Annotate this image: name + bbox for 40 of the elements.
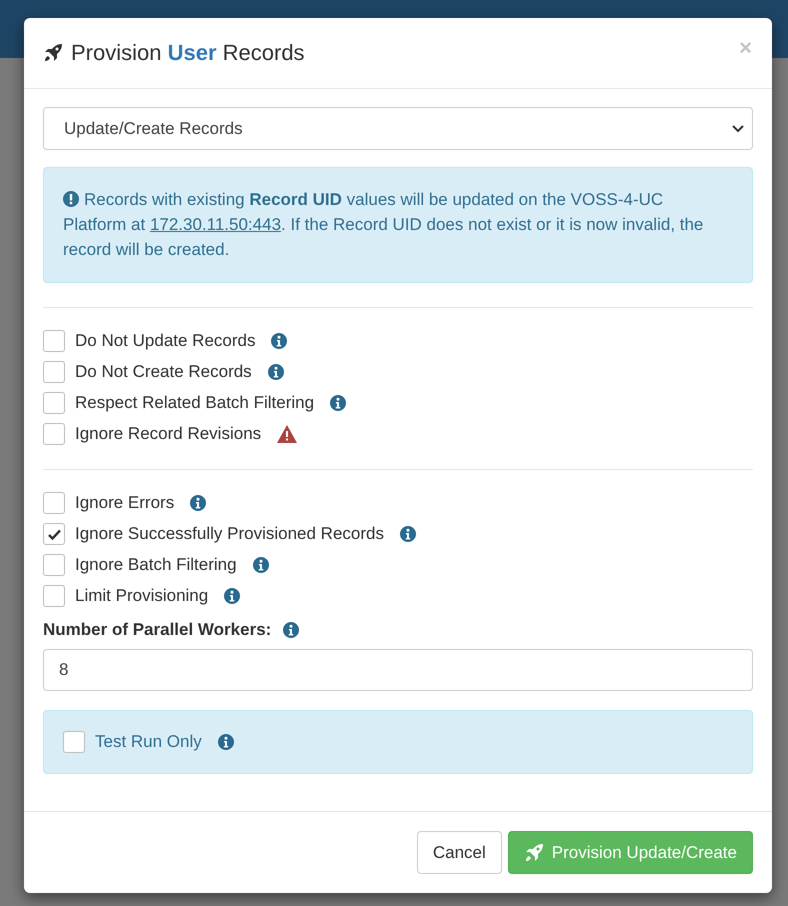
field-label: Number of Parallel Workers: — [43, 620, 272, 640]
option-label: Ignore Batch Filtering — [75, 555, 237, 575]
info-icon[interactable] — [268, 364, 284, 380]
checkbox[interactable] — [43, 585, 65, 607]
platform-link[interactable]: 172.30.11.50:443 — [150, 215, 282, 234]
mode-select[interactable]: Update/Create Records — [43, 107, 753, 150]
option-label: Ignore Record Revisions — [75, 424, 262, 444]
checkbox[interactable] — [43, 392, 65, 414]
option-label: Limit Provisioning — [75, 586, 208, 606]
info-icon[interactable] — [224, 588, 240, 604]
check-icon — [48, 528, 60, 540]
info-icon[interactable] — [271, 333, 288, 349]
info-icon[interactable] — [252, 557, 269, 573]
checkbox[interactable] — [63, 731, 85, 753]
option-label: Test Run Only — [95, 732, 202, 752]
checkbox[interactable] — [43, 492, 65, 514]
rocket-icon — [43, 43, 63, 63]
option-label: Ignore Errors — [75, 493, 174, 513]
chevron-icon — [732, 124, 744, 132]
checkbox[interactable] — [43, 554, 65, 576]
option-label: Do Not Create Records — [75, 362, 252, 382]
checkbox[interactable] — [43, 523, 65, 545]
workers-input[interactable]: 8 — [43, 649, 753, 691]
alert-message: Records with existing Record UID values will be updated on the VOSS-4-UC Platform at 172.30.11.50:443. If the Record UID does not exist or it is now invalid, the record will be created. — [63, 189, 704, 261]
option-label: Respect Related Batch Filtering — [75, 393, 314, 413]
info-icon[interactable] — [218, 734, 234, 750]
rocket-icon — [524, 842, 544, 862]
option-label: Do Not Update Records — [75, 331, 256, 351]
info-icon[interactable] — [330, 395, 346, 411]
modal-title: Provision User Records — [43, 40, 305, 66]
checkbox[interactable] — [43, 330, 65, 352]
checkbox[interactable] — [43, 423, 65, 445]
cancel-button[interactable]: Cancel — [416, 831, 502, 874]
exclamation-icon — [63, 191, 79, 207]
checkbox[interactable] — [43, 361, 65, 383]
option-label: Ignore Successfully Provisioned Records — [75, 524, 384, 544]
info-icon[interactable] — [283, 622, 300, 638]
info-icon[interactable] — [190, 495, 206, 511]
info-icon[interactable] — [400, 526, 416, 542]
warning-icon[interactable] — [277, 425, 298, 443]
